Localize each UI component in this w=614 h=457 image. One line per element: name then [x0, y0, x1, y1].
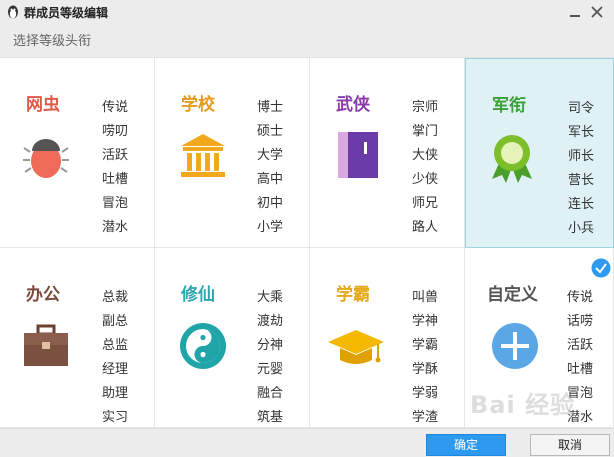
title-item: 叫兽 — [412, 290, 439, 305]
title-list: 传说 唠叨 活跃 吐槽 冒泡 潜水 — [102, 96, 128, 240]
level-card-xiuxian[interactable]: 修仙 大乘 渡劫 分神 元婴 融合 筑基 — [155, 248, 310, 428]
title-item: 大学 — [257, 148, 284, 163]
title-item: 小兵 — [568, 221, 595, 236]
school-building-icon — [181, 134, 225, 177]
card-category-label: 学校 — [181, 95, 215, 115]
title-item: 博士 — [257, 100, 284, 115]
title-item: 传说 — [567, 290, 594, 305]
martial-book-icon — [338, 132, 378, 178]
card-category-label: 办公 — [26, 285, 60, 305]
window-title: 群成员等级编辑 — [24, 6, 109, 20]
title-item: 吐槽 — [567, 362, 594, 377]
title-item: 活跃 — [102, 148, 129, 163]
title-list: 司令 军长 师长 营长 连长 小兵 — [568, 97, 594, 241]
title-item: 潜水 — [102, 220, 129, 235]
title-item: 吐槽 — [102, 172, 129, 187]
title-item: 副总 — [102, 314, 129, 329]
title-item: 学弱 — [412, 386, 439, 401]
title-item: 学渣 — [412, 410, 439, 425]
level-editor-window: 群成员等级编辑 选择等级头衔 网虫 传说 唠叨 活跃 吐槽 冒泡 潜水 学校 博… — [0, 0, 614, 457]
title-item: 高中 — [257, 172, 284, 187]
title-list: 大乘 渡劫 分神 元婴 融合 筑基 — [257, 286, 283, 430]
card-category-label: 学霸 — [336, 285, 370, 305]
title-item: 经理 — [102, 362, 129, 377]
title-item: 连长 — [568, 197, 595, 212]
title-item: 大侠 — [412, 148, 439, 163]
title-item: 传说 — [102, 100, 129, 115]
checkmark-badge-icon — [591, 258, 611, 278]
title-bar[interactable]: 群成员等级编辑 — [0, 0, 614, 26]
title-item: 小学 — [257, 220, 284, 235]
card-category-label: 自定义 — [487, 285, 538, 305]
title-item: 师兄 — [412, 196, 439, 211]
card-category-label: 武侠 — [336, 95, 370, 115]
section-header-label: 选择等级头衔 — [13, 34, 92, 49]
title-item: 学霸 — [412, 338, 439, 353]
title-item: 营长 — [568, 173, 595, 188]
card-category-label: 军衔 — [492, 96, 526, 116]
bug-icon — [23, 139, 69, 178]
level-card-grid: 网虫 传说 唠叨 活跃 吐槽 冒泡 潜水 学校 博士 硕士 大学 高中 初中 小… — [0, 58, 614, 428]
title-item: 师长 — [568, 149, 595, 164]
title-item: 分神 — [257, 338, 284, 353]
cancel-button[interactable]: 取消 — [530, 434, 610, 456]
plus-circle-icon — [492, 323, 538, 369]
title-item: 筑基 — [257, 410, 284, 425]
title-list: 博士 硕士 大学 高中 初中 小学 — [257, 96, 283, 240]
level-card-xueba[interactable]: 学霸 叫兽 学神 学霸 学酥 学弱 学渣 — [310, 248, 465, 428]
title-item: 路人 — [412, 220, 439, 235]
graduation-cap-icon — [328, 330, 384, 364]
title-item: 少侠 — [412, 172, 439, 187]
level-card-xuexiao[interactable]: 学校 博士 硕士 大学 高中 初中 小学 — [155, 58, 310, 248]
title-item: 融合 — [257, 386, 284, 401]
level-card-wuxia[interactable]: 武侠 宗师 掌门 大侠 少侠 师兄 路人 — [310, 58, 465, 248]
title-item: 渡劫 — [257, 314, 284, 329]
title-item: 话唠 — [567, 314, 594, 329]
title-item: 大乘 — [257, 290, 284, 305]
level-card-junxian[interactable]: 军衔 司令 军长 师长 营长 连长 小兵 — [465, 58, 614, 248]
card-category-label: 修仙 — [181, 285, 215, 305]
title-list: 叫兽 学神 学霸 学酥 学弱 学渣 — [412, 286, 438, 430]
title-item: 总监 — [102, 338, 129, 353]
card-category-label: 网虫 — [26, 95, 60, 115]
title-item: 唠叨 — [102, 124, 129, 139]
dialog-footer: 确定 取消 — [0, 428, 614, 457]
title-item: 冒泡 — [102, 196, 129, 211]
title-item: 初中 — [257, 196, 284, 211]
title-item: 学神 — [412, 314, 439, 329]
minimize-icon[interactable] — [564, 2, 586, 22]
title-item: 军长 — [568, 125, 595, 140]
title-item: 助理 — [102, 386, 129, 401]
title-item: 元婴 — [257, 362, 284, 377]
watermark: Bai 经验 — [470, 391, 576, 419]
section-header: 选择等级头衔 — [0, 26, 614, 58]
title-item: 司令 — [568, 101, 595, 116]
title-list: 宗师 掌门 大侠 少侠 师兄 路人 — [412, 96, 438, 240]
title-item: 总裁 — [102, 290, 129, 305]
yin-yang-icon — [180, 323, 226, 369]
close-icon[interactable] — [586, 2, 608, 22]
title-item: 掌门 — [412, 124, 439, 139]
title-item: 硕士 — [257, 124, 284, 139]
level-card-bangong[interactable]: 办公 总裁 副总 总监 经理 助理 实习 — [0, 248, 155, 428]
title-item: 活跃 — [567, 338, 594, 353]
briefcase-icon — [24, 324, 68, 366]
title-list: 总裁 副总 总监 经理 助理 实习 — [102, 286, 128, 430]
medal-icon — [492, 135, 532, 183]
level-card-wangchong[interactable]: 网虫 传说 唠叨 活跃 吐槽 冒泡 潜水 — [0, 58, 155, 248]
title-item: 宗师 — [412, 100, 439, 115]
ok-button[interactable]: 确定 — [426, 434, 506, 456]
qq-penguin-icon — [8, 5, 18, 19]
title-item: 学酥 — [412, 362, 439, 377]
title-item: 实习 — [102, 410, 129, 425]
